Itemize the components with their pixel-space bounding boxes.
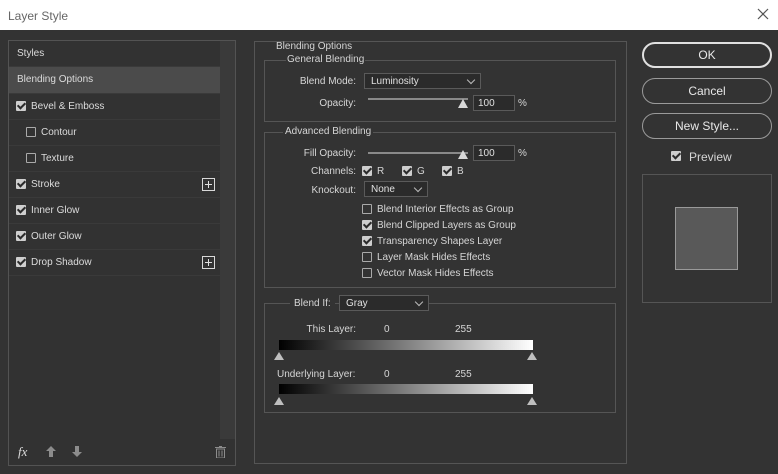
window-title: Layer Style [8,9,69,23]
style-item-bevel-emboss[interactable]: Bevel & Emboss [9,94,220,120]
blend-mode-label: Blend Mode: [299,76,356,87]
preview-swatch [675,207,738,270]
arrow-down-icon[interactable] [72,446,82,457]
close-icon[interactable] [754,5,772,23]
this-layer-max-value: 255 [455,324,472,335]
transparency-shapes-label: Transparency Shapes Layer [377,236,503,247]
fill-opacity-label: Fill Opacity: [303,148,356,159]
chevron-down-icon [414,297,424,307]
style-item-texture[interactable]: Texture [9,146,220,172]
underlying-layer-label: Underlying Layer: [277,369,356,380]
opacity-unit: % [518,98,527,109]
underlying-layer-gradient [279,384,533,394]
blend-interior-checkbox[interactable] [362,204,372,214]
blend-if-value: Gray [346,298,368,309]
this-layer-min-value: 0 [384,324,390,335]
style-item-label: Blending Options [17,74,94,85]
opacity-slider-handle[interactable] [458,99,468,108]
outer-glow-checkbox[interactable] [16,231,26,241]
blending-options-title: Blending Options [276,41,353,52]
drop-shadow-checkbox[interactable] [16,257,26,267]
blend-if-label: Blend If: [290,298,335,309]
texture-checkbox[interactable] [26,153,36,163]
style-item-label: Texture [41,153,74,164]
this-layer-label: This Layer: [306,324,356,335]
styles-header[interactable]: Styles [9,41,220,67]
preview-label: Preview [689,150,732,164]
general-blending-title: General Blending [286,54,366,65]
add-stroke-icon[interactable] [202,178,215,191]
blend-if-group [264,303,616,413]
title-bar: Layer Style [0,0,778,30]
style-item-label: Outer Glow [31,231,82,242]
channel-g-checkbox[interactable] [402,166,412,176]
general-blending-group [264,60,616,122]
fill-opacity-slider-track[interactable] [368,152,468,154]
opacity-slider-track[interactable] [368,98,468,100]
opacity-label: Opacity: [319,98,356,109]
vector-mask-hides-checkbox[interactable] [362,268,372,278]
this-layer-black-handle[interactable] [274,352,284,360]
underlying-max-value: 255 [455,369,472,380]
stroke-checkbox[interactable] [16,179,26,189]
blend-clipped-label: Blend Clipped Layers as Group [377,220,516,231]
vector-mask-hides-label: Vector Mask Hides Effects [377,268,494,279]
cancel-button[interactable]: Cancel [642,78,772,104]
this-layer-gradient [279,340,533,350]
styles-header-label: Styles [17,48,45,59]
style-item-label: Contour [41,127,77,138]
fill-opacity-input[interactable]: 100 [473,145,515,161]
new-style-button[interactable]: New Style... [642,113,772,139]
layer-mask-hides-label: Layer Mask Hides Effects [377,252,491,263]
blend-mode-value: Luminosity [371,76,419,87]
style-item-contour[interactable]: Contour [9,120,220,146]
fill-opacity-slider-handle[interactable] [458,150,468,159]
fx-icon[interactable]: fx [18,444,27,460]
contour-checkbox[interactable] [26,127,36,137]
transparency-shapes-checkbox[interactable] [362,236,372,246]
underlying-white-handle[interactable] [527,397,537,405]
arrow-up-icon[interactable] [46,446,56,457]
trash-icon[interactable] [215,446,226,458]
advanced-blending-title: Advanced Blending [283,126,374,137]
underlying-min-value: 0 [384,369,390,380]
channel-b-label: B [457,166,464,177]
style-item-blending-options[interactable]: Blending Options [9,67,220,94]
blend-clipped-checkbox[interactable] [362,220,372,230]
channel-b-checkbox[interactable] [442,166,452,176]
add-drop-shadow-icon[interactable] [202,256,215,269]
styles-scrollbar[interactable] [220,41,235,439]
chevron-down-icon [466,75,476,85]
style-item-inner-glow[interactable]: Inner Glow [9,198,220,224]
opacity-input[interactable]: 100 [473,95,515,111]
this-layer-white-handle[interactable] [527,352,537,360]
underlying-black-handle[interactable] [274,397,284,405]
knockout-value: None [371,184,395,195]
styles-footer: fx [9,439,235,465]
knockout-label: Knockout: [311,185,356,196]
channel-g-label: G [417,166,425,177]
inner-glow-checkbox[interactable] [16,205,26,215]
blend-interior-label: Blend Interior Effects as Group [377,204,514,215]
blend-if-select[interactable]: Gray [339,295,429,311]
channel-r-checkbox[interactable] [362,166,372,176]
style-item-label: Inner Glow [31,205,80,216]
layer-mask-hides-checkbox[interactable] [362,252,372,262]
channel-r-label: R [377,166,385,177]
preview-checkbox[interactable] [671,151,681,161]
style-item-label: Stroke [31,179,60,190]
style-item-label: Drop Shadow [31,257,92,268]
bevel-emboss-checkbox[interactable] [16,101,26,111]
channels-label: Channels: [310,166,356,177]
ok-button[interactable]: OK [642,42,772,68]
style-item-drop-shadow[interactable]: Drop Shadow [9,250,220,276]
knockout-select[interactable]: None [364,181,428,197]
style-item-outer-glow[interactable]: Outer Glow [9,224,220,250]
style-item-label: Bevel & Emboss [31,101,105,112]
fill-opacity-unit: % [518,148,527,159]
chevron-down-icon [413,183,423,193]
style-item-stroke[interactable]: Stroke [9,172,220,198]
blend-mode-select[interactable]: Luminosity [364,73,481,89]
